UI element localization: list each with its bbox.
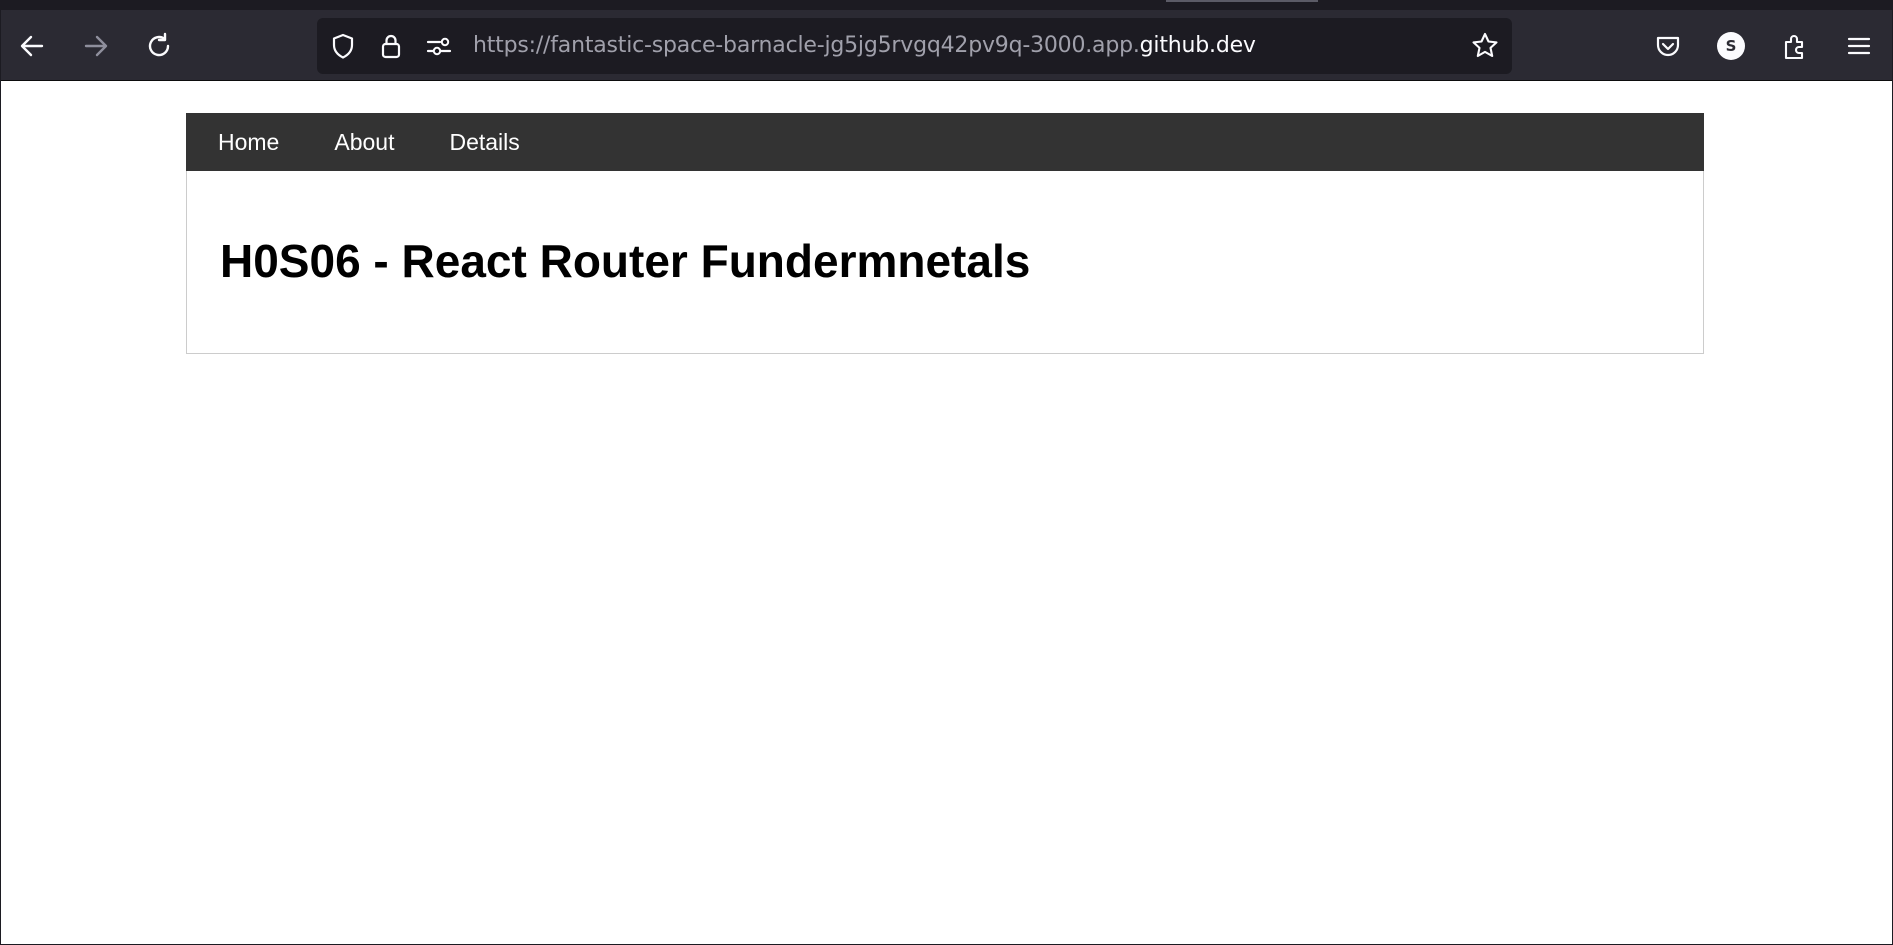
forward-button[interactable] <box>75 25 117 67</box>
lock-icon <box>381 34 401 59</box>
page-viewport: Home About Details H0S06 - React Router … <box>1 81 1892 944</box>
tab-strip <box>1 0 1892 10</box>
account-avatar[interactable]: S <box>1717 32 1745 60</box>
site-security-button[interactable] <box>375 30 407 62</box>
bookmark-button[interactable] <box>1469 30 1501 62</box>
reload-icon <box>148 32 170 57</box>
pocket-icon <box>1656 36 1680 57</box>
browser-window: https://fantastic-space-barnacle-jg5jg5r… <box>0 0 1893 945</box>
browser-toolbar: https://fantastic-space-barnacle-jg5jg5r… <box>1 0 1892 81</box>
url-bar[interactable]: https://fantastic-space-barnacle-jg5jg5r… <box>317 18 1512 74</box>
top-navbar: Home About Details <box>186 113 1704 171</box>
url-prefix: https://fantastic-space-barnacle-jg5jg5r… <box>473 33 1140 58</box>
back-icon <box>20 35 44 57</box>
app-container: Home About Details H0S06 - React Router … <box>186 113 1704 354</box>
bookmark-star-icon <box>1472 32 1498 58</box>
content-panel: H0S06 - React Router Fundermnetals <box>186 171 1704 354</box>
pocket-button[interactable] <box>1647 25 1689 67</box>
url-text[interactable]: https://fantastic-space-barnacle-jg5jg5r… <box>473 32 1256 60</box>
tab-indicator <box>1166 0 1318 2</box>
back-button[interactable] <box>11 25 53 67</box>
nav-link-home[interactable]: Home <box>218 129 279 156</box>
extensions-icon <box>1784 35 1804 60</box>
app-menu-button[interactable] <box>1838 25 1880 67</box>
reload-button[interactable] <box>138 25 180 67</box>
page-title: H0S06 - React Router Fundermnetals <box>220 235 1031 287</box>
shield-icon <box>332 33 354 59</box>
permissions-button[interactable] <box>423 30 455 62</box>
nav-link-details[interactable]: Details <box>449 129 519 156</box>
menu-icon <box>1847 37 1871 55</box>
permissions-icon <box>426 37 452 56</box>
url-domain: github.dev <box>1139 33 1256 58</box>
extensions-button[interactable] <box>1774 25 1816 67</box>
forward-icon <box>84 35 108 57</box>
tracking-protection-button[interactable] <box>327 30 359 62</box>
nav-link-about[interactable]: About <box>334 129 394 156</box>
